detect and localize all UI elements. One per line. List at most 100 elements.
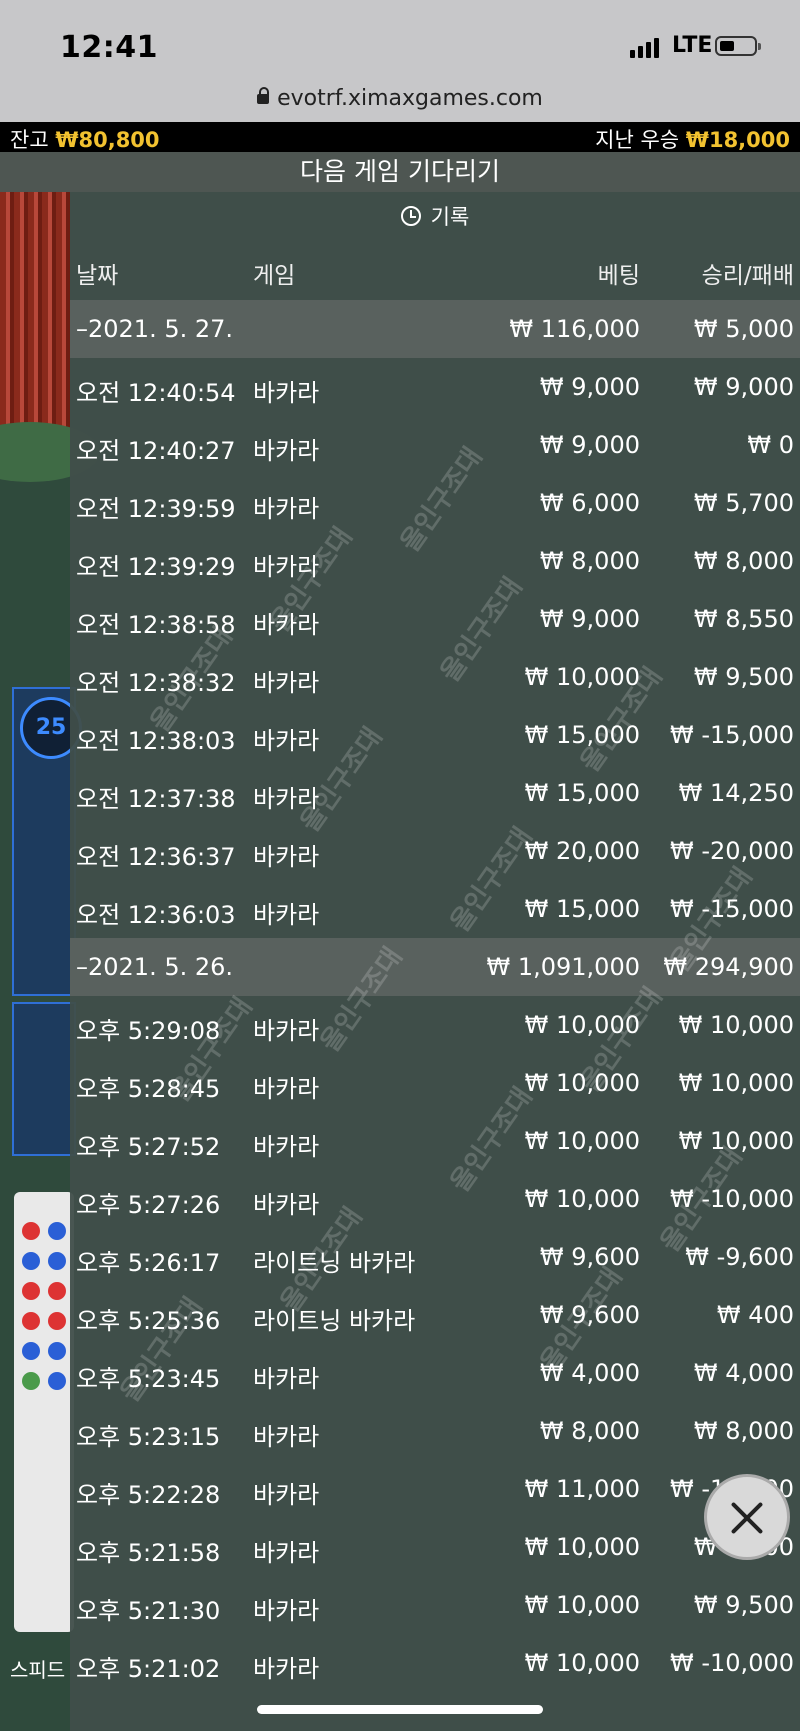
col-date: 날짜 <box>76 263 119 289</box>
signal-icon <box>630 36 659 58</box>
row-game: 바카라 <box>253 1075 320 1103</box>
row-bet: ₩ 10,000 <box>524 1649 640 1677</box>
history-row[interactable]: 오전 12:39:59 바카라 ₩ 6,000 ₩ 5,700 <box>70 474 800 532</box>
row-result: ₩ -10,000 <box>670 1649 794 1677</box>
row-result: ₩ -15,000 <box>670 895 794 923</box>
row-time: 오전 12:38:58 <box>76 611 236 639</box>
row-game: 바카라 <box>253 1017 320 1045</box>
group-result-total: ₩ 294,900 <box>663 953 794 981</box>
history-row[interactable]: 오후 5:21:58바카라₩ 10,000₩ 9,500 <box>70 1518 800 1576</box>
row-result: ₩ 0 <box>747 431 794 459</box>
close-button[interactable] <box>704 1474 790 1560</box>
address-bar[interactable]: evotrf.ximaxgames.com <box>0 82 800 122</box>
history-row[interactable]: 오전 12:39:29 바카라 ₩ 8,000 ₩ 8,000 <box>70 532 800 590</box>
history-row[interactable]: 오전 12:38:32 바카라 ₩ 10,000 ₩ 9,500 <box>70 648 800 706</box>
history-row[interactable]: 오후 5:22:28바카라₩ 11,000₩ -11,000 <box>70 1460 800 1518</box>
row-bet: ₩ 11,000 <box>524 1475 640 1503</box>
history-row[interactable]: 오전 12:38:03 바카라 ₩ 15,000 ₩ -15,000 <box>70 706 800 764</box>
ios-status-bar: 12:41 LTE <box>0 0 800 82</box>
row-game: 바카라 <box>253 1365 320 1393</box>
col-game: 게임 <box>253 263 296 289</box>
history-row[interactable]: 오전 12:38:58 바카라 ₩ 9,000 ₩ 8,550 <box>70 590 800 648</box>
row-time: 오전 12:39:29 <box>76 553 236 581</box>
row-bet: ₩ 15,000 <box>524 779 640 807</box>
row-time: 오전 12:40:27 <box>76 437 236 465</box>
history-row[interactable]: 오전 12:37:38 바카라 ₩ 15,000 ₩ 14,250 <box>70 764 800 822</box>
history-header: 기록 <box>70 192 800 242</box>
row-time: 오후 5:23:45 <box>76 1365 221 1393</box>
row-game: 바카라 <box>253 1539 320 1567</box>
bead-road <box>14 1192 74 1632</box>
row-game: 바카라 <box>253 495 320 523</box>
row-result: ₩ 4,000 <box>693 1359 794 1387</box>
row-time: 오후 5:23:15 <box>76 1423 221 1451</box>
group-bet-total: ₩ 116,000 <box>509 315 640 343</box>
balance-label: 잔고 <box>10 128 49 152</box>
balance-bar: 잔고 ₩80,800 지난 우승 ₩18,000 <box>0 122 800 152</box>
history-row[interactable]: 오전 12:40:27 바카라 ₩ 9,000 ₩ 0 <box>70 416 800 474</box>
history-row[interactable]: 오전 12:36:37 바카라 ₩ 20,000 ₩ -20,000 <box>70 822 800 880</box>
row-time: 오후 5:29:08 <box>76 1017 221 1045</box>
row-bet: ₩ 4,000 <box>539 1359 640 1387</box>
history-row[interactable]: 오후 5:21:02 바카라 ₩ 10,000 ₩ -10,000 <box>70 1634 800 1692</box>
battery-icon <box>715 36 761 56</box>
history-row[interactable]: 오후 5:25:36 라이트닝 바카라 ₩ 9,600 ₩ 400 <box>70 1286 800 1344</box>
row-time: 오후 5:21:58 <box>76 1539 221 1567</box>
row-bet: ₩ 20,000 <box>524 837 640 865</box>
history-row[interactable]: 오후 5:23:45 바카라 ₩ 4,000 ₩ 4,000 <box>70 1344 800 1402</box>
history-row[interactable]: 오전 12:40:54 바카라 ₩ 9,000 ₩ 9,000 <box>70 358 800 416</box>
row-bet: ₩ 9,000 <box>539 431 640 459</box>
row-time: 오후 5:21:02 <box>76 1655 221 1683</box>
history-row[interactable]: 오후 5:28:45 바카라 ₩ 10,000 ₩ 10,000 <box>70 1054 800 1112</box>
row-bet: ₩ 10,000 <box>524 1591 640 1619</box>
row-game: 바카라 <box>253 437 320 465</box>
row-game: 바카라 <box>253 1191 320 1219</box>
row-game: 바카라 <box>253 1423 320 1451</box>
home-indicator <box>257 1705 543 1714</box>
group-date: –2021. 5. 27. <box>76 315 234 343</box>
row-time: 오전 12:36:03 <box>76 901 236 929</box>
last-win-value: ₩18,000 <box>685 128 790 152</box>
row-game: 바카라 <box>253 785 320 813</box>
row-bet: ₩ 10,000 <box>524 663 640 691</box>
row-bet: ₩ 10,000 <box>524 1069 640 1097</box>
history-heading: 기록 <box>430 205 470 229</box>
row-time: 오후 5:25:36 <box>76 1307 221 1335</box>
row-time: 오전 12:39:59 <box>76 495 236 523</box>
row-result: ₩ 8,550 <box>693 605 794 633</box>
history-row[interactable]: 오후 5:27:26 바카라 ₩ 10,000 ₩ -10,000 <box>70 1170 800 1228</box>
row-time: 오후 5:22:28 <box>76 1481 221 1509</box>
row-result: ₩ 8,000 <box>693 1417 794 1445</box>
history-row[interactable]: 오후 5:21:30 바카라 ₩ 10,000 ₩ 9,500 <box>70 1576 800 1634</box>
row-time: 오후 5:27:26 <box>76 1191 221 1219</box>
row-bet: ₩ 6,000 <box>539 489 640 517</box>
history-row[interactable]: 오후 5:23:15 바카라 ₩ 8,000 ₩ 8,000 <box>70 1402 800 1460</box>
row-game: 바카라 <box>253 727 320 755</box>
row-bet: ₩ 8,000 <box>539 1417 640 1445</box>
row-result: ₩ 400 <box>716 1301 794 1329</box>
row-game: 바카라 <box>253 1597 320 1625</box>
balance-value: ₩80,800 <box>55 128 160 152</box>
row-result: ₩ 9,500 <box>693 1591 794 1619</box>
history-row[interactable]: 오후 5:26:17 라이트닝 바카라 ₩ 9,600 ₩ -9,600 <box>70 1228 800 1286</box>
row-result: ₩ 5,700 <box>693 489 794 517</box>
row-result: ₩ 9,000 <box>693 373 794 401</box>
date-group-header[interactable]: –2021. 5. 27. ₩ 116,000 ₩ 5,000 <box>70 300 800 358</box>
game-name-label: 스피드 <box>10 1658 66 1682</box>
date-group-header[interactable]: –2021. 5. 26. ₩ 1,091,000 ₩ 294,900 <box>70 938 800 996</box>
row-bet: ₩ 9,600 <box>539 1243 640 1271</box>
row-game: 라이트닝 바카라 <box>253 1307 416 1335</box>
history-row[interactable]: 오후 5:29:08 바카라 ₩ 10,000 ₩ 10,000 <box>70 996 800 1054</box>
row-result: ₩ -9,600 <box>685 1243 794 1271</box>
row-bet: ₩ 10,000 <box>524 1011 640 1039</box>
bet-panel-secondary[interactable] <box>12 1002 76 1156</box>
row-bet: ₩ 10,000 <box>524 1127 640 1155</box>
row-bet: ₩ 9,000 <box>539 373 640 401</box>
row-time: 오전 12:38:32 <box>76 669 236 697</box>
history-row[interactable]: 오후 5:27:52 바카라 ₩ 10,000 ₩ 10,000 <box>70 1112 800 1170</box>
page-title: 다음 게임 기다리기 <box>0 152 800 192</box>
history-row[interactable]: 오전 12:36:03 바카라 ₩ 15,000 ₩ -15,000 <box>70 880 800 938</box>
row-bet: ₩ 9,600 <box>539 1301 640 1329</box>
row-game: 바카라 <box>253 611 320 639</box>
row-time: 오전 12:37:38 <box>76 785 236 813</box>
